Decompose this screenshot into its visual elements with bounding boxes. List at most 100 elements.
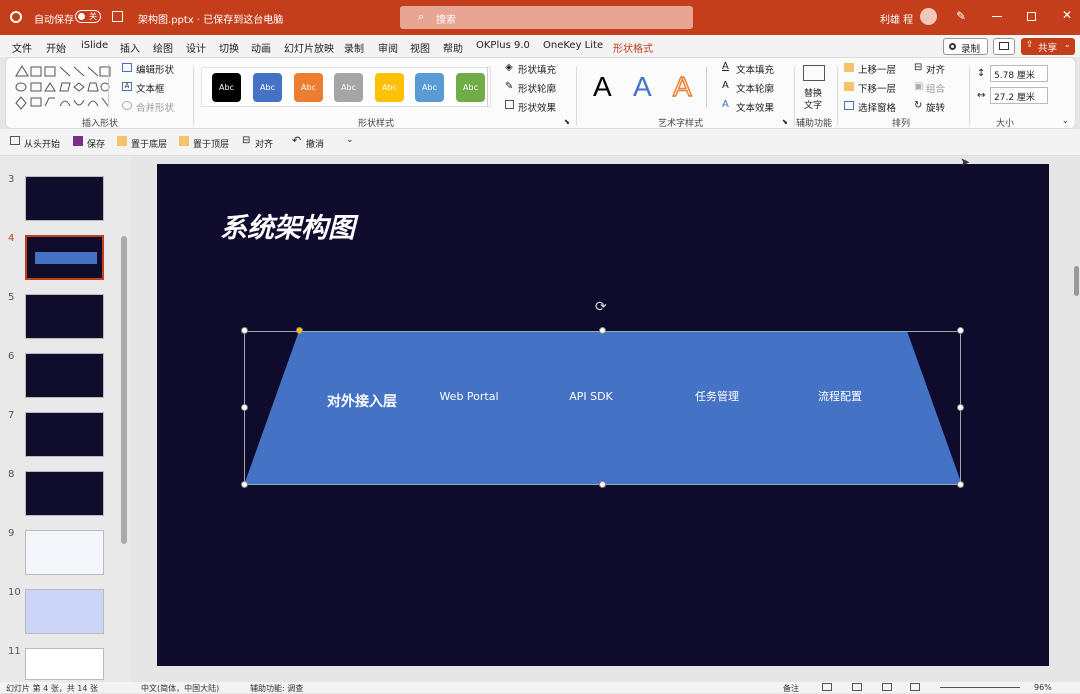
resize-handle[interactable] bbox=[957, 481, 964, 488]
menu-design[interactable]: 设计 bbox=[186, 40, 206, 55]
resize-handle[interactable] bbox=[241, 481, 248, 488]
slideshow-icon[interactable] bbox=[910, 683, 920, 691]
menu-okplus[interactable]: OKPlus 9.0 bbox=[476, 40, 530, 51]
send-backward-button[interactable]: 下移一层 bbox=[858, 81, 896, 95]
rotate-handle-icon[interactable]: ⟳ bbox=[595, 299, 607, 315]
avatar[interactable] bbox=[920, 8, 937, 25]
dialog-launcher-icon[interactable]: ⬊ bbox=[564, 118, 570, 126]
shape-fill-button[interactable]: 形状填充 bbox=[518, 62, 556, 76]
width-input[interactable]: 27.2 厘米 bbox=[990, 87, 1048, 104]
style-swatch[interactable]: Abc bbox=[212, 73, 241, 102]
customize-qat-icon[interactable]: ⌄ bbox=[346, 135, 354, 145]
accessibility-status[interactable]: 辅助功能: 调查 bbox=[250, 683, 303, 694]
maximize-icon[interactable] bbox=[1027, 12, 1036, 21]
group-button[interactable]: 组合 bbox=[926, 81, 945, 95]
thumbnail-scrollbar[interactable] bbox=[121, 236, 127, 544]
autosave-toggle[interactable]: 关 bbox=[75, 10, 101, 23]
height-input[interactable]: 5.78 厘米 bbox=[990, 65, 1048, 82]
menu-animations[interactable]: 动画 bbox=[251, 40, 271, 55]
menu-draw[interactable]: 绘图 bbox=[153, 40, 173, 55]
zoom-slider[interactable] bbox=[940, 687, 1020, 688]
wordart-orange[interactable]: A bbox=[672, 70, 692, 103]
slide-thumbnail[interactable] bbox=[25, 530, 104, 575]
shapes-gallery[interactable] bbox=[14, 64, 114, 110]
slide-thumbnail[interactable] bbox=[25, 176, 104, 221]
menu-transitions[interactable]: 切换 bbox=[219, 40, 239, 55]
menu-islide[interactable]: iSlide bbox=[81, 40, 108, 51]
user-name[interactable]: 利雄 程 bbox=[880, 11, 913, 26]
shapes-scroll[interactable] bbox=[108, 64, 116, 108]
menu-slideshow[interactable]: 幻灯片放映 bbox=[284, 40, 334, 55]
slide-thumbnail[interactable] bbox=[25, 294, 104, 339]
style-swatch[interactable]: Abc bbox=[253, 73, 282, 102]
selection-pane-button[interactable]: 选择窗格 bbox=[858, 100, 896, 114]
menu-view[interactable]: 视图 bbox=[410, 40, 430, 55]
share-button[interactable]: ⇪ 共享 ⌄ bbox=[1021, 38, 1075, 55]
text-outline-button[interactable]: 文本轮廓 bbox=[736, 81, 774, 95]
resize-handle[interactable] bbox=[957, 404, 964, 411]
menu-record[interactable]: 录制 bbox=[344, 40, 364, 55]
search-box[interactable]: ⌕ 搜索 bbox=[400, 6, 693, 29]
minimize-icon[interactable] bbox=[992, 16, 1002, 17]
bring-to-front-button[interactable]: 置于顶层 bbox=[193, 137, 229, 150]
bring-forward-button[interactable]: 上移一层 bbox=[858, 62, 896, 76]
close-icon[interactable]: ✕ bbox=[1062, 8, 1072, 22]
menu-insert[interactable]: 插入 bbox=[120, 40, 140, 55]
resize-handle[interactable] bbox=[599, 327, 606, 334]
menu-onekey[interactable]: OneKey Lite bbox=[543, 40, 603, 51]
zoom-level[interactable]: 96% bbox=[1034, 683, 1052, 692]
resize-handle[interactable] bbox=[241, 327, 248, 334]
collapse-ribbon-icon[interactable]: ⌄ bbox=[1062, 116, 1069, 125]
resize-handle[interactable] bbox=[241, 404, 248, 411]
wordart-black[interactable]: A bbox=[593, 71, 612, 103]
slide-thumbnail[interactable] bbox=[25, 589, 104, 634]
slide-thumbnail[interactable] bbox=[25, 412, 104, 457]
reading-view-icon[interactable] bbox=[882, 683, 892, 691]
save-icon[interactable] bbox=[112, 11, 123, 22]
normal-view-icon[interactable] bbox=[822, 683, 832, 691]
send-to-back-button[interactable]: 置于底层 bbox=[131, 137, 167, 150]
slide-thumbnail-selected[interactable] bbox=[25, 235, 104, 280]
pen-icon[interactable]: ✎ bbox=[956, 9, 966, 23]
qat-align-button[interactable]: 对齐 bbox=[255, 137, 273, 150]
wordart-blue[interactable]: A bbox=[633, 71, 652, 103]
slide-title[interactable]: 系统架构图 bbox=[220, 206, 355, 245]
menu-review[interactable]: 审阅 bbox=[378, 40, 398, 55]
style-swatch[interactable]: Abc bbox=[456, 73, 485, 102]
slide-thumbnail[interactable] bbox=[25, 648, 104, 680]
adjust-handle[interactable] bbox=[296, 327, 303, 334]
textbox-button[interactable]: 文本框 bbox=[136, 81, 165, 95]
menu-shape-format[interactable]: 形状格式 bbox=[613, 40, 653, 59]
text-fill-button[interactable]: 文本填充 bbox=[736, 62, 774, 76]
vertical-scrollbar[interactable] bbox=[1074, 266, 1079, 296]
alt-text-button-line2[interactable]: 文字 bbox=[804, 98, 822, 111]
record-button[interactable]: 录制 bbox=[943, 38, 988, 55]
notes-button[interactable]: 备注 bbox=[783, 683, 799, 694]
menu-home[interactable]: 开始 bbox=[46, 40, 66, 55]
shape-style-gallery[interactable]: Abc Abc Abc Abc Abc Abc Abc bbox=[201, 67, 491, 107]
rotate-button[interactable]: 旋转 bbox=[926, 100, 945, 114]
undo-button[interactable]: 撤消 bbox=[306, 137, 324, 150]
edit-shape-button[interactable]: 编辑形状 bbox=[136, 62, 174, 76]
wordart-gallery[interactable]: A A A bbox=[583, 65, 713, 109]
wordart-scroll[interactable] bbox=[706, 67, 714, 107]
resize-handle[interactable] bbox=[957, 327, 964, 334]
gallery-scroll[interactable] bbox=[487, 67, 495, 107]
slide-thumbnail[interactable] bbox=[25, 353, 104, 398]
dialog-launcher-icon[interactable]: ⬊ bbox=[782, 118, 788, 126]
merge-shapes-button[interactable]: 合并形状 bbox=[136, 100, 174, 114]
start-from-beginning-button[interactable]: 从头开始 bbox=[24, 137, 60, 150]
document-title[interactable]: 架构图.pptx · 已保存到这台电脑 bbox=[138, 11, 283, 26]
slide-sorter-icon[interactable] bbox=[852, 683, 862, 691]
comments-button[interactable] bbox=[993, 38, 1015, 55]
text-effects-button[interactable]: 文本效果 bbox=[736, 100, 774, 114]
resize-handle[interactable] bbox=[599, 481, 606, 488]
style-swatch[interactable]: Abc bbox=[334, 73, 363, 102]
style-swatch[interactable]: Abc bbox=[415, 73, 444, 102]
slide-thumbnail[interactable] bbox=[25, 471, 104, 516]
shape-outline-button[interactable]: 形状轮廓 bbox=[518, 81, 556, 95]
menu-file[interactable]: 文件 bbox=[12, 40, 32, 55]
shape-effects-button[interactable]: 形状效果 bbox=[518, 100, 556, 114]
qat-save-button[interactable]: 保存 bbox=[87, 137, 105, 150]
language-status[interactable]: 中文(简体，中国大陆) bbox=[141, 683, 219, 694]
